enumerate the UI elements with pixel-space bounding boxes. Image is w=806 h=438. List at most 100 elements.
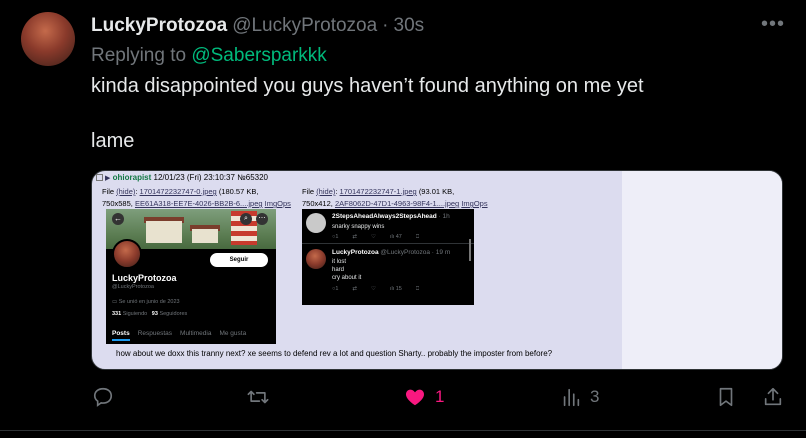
follow-button: Seguir <box>210 253 268 267</box>
profile-joined-text: Se unió en junio de 2023 <box>118 299 180 305</box>
following-count: 331 <box>112 311 122 317</box>
file-info-2: File (hide): 1701472232747-1.jpeg (93.01… <box>302 187 488 208</box>
file2-label: File <box>302 187 315 196</box>
file1-size: (180.57 KB, <box>218 187 259 196</box>
reply-button[interactable] <box>92 386 122 408</box>
bookmark-button[interactable] <box>715 386 737 408</box>
followers-label: Seguidores <box>159 311 188 317</box>
file2-filename: 1701472232747-1.jpeg <box>339 187 417 196</box>
thread-text-1: snarky snappy wins <box>332 224 385 230</box>
imageboard-post-header: ▶ ohiorapist 12/01/23 (Fri) 23:10:37 №65… <box>96 173 268 182</box>
replying-to: Replying to @Sabersparkkk <box>91 45 327 67</box>
file2-hide: (hide) <box>316 187 336 196</box>
bookmark-icon <box>719 387 733 407</box>
thread-text-2b: hard <box>332 267 345 273</box>
thread-likes-1: 47 <box>395 234 402 240</box>
search-icon: ⌕ <box>240 213 252 225</box>
profile-counts: 331 Siguiendo 93 Seguidores <box>112 311 187 317</box>
replying-to-label: Replying to <box>91 45 187 66</box>
tweet-header: LuckyProtozoa @LuckyProtozoa · 30s <box>91 15 424 37</box>
like-count: 1 <box>435 387 445 406</box>
heart-icon <box>405 389 425 406</box>
thread-text-2c: cry about it <box>332 275 362 281</box>
bookmark-icon: ⎕ <box>415 286 420 292</box>
file1-filename: 1701472232747-0.jpeg <box>139 187 217 196</box>
file2-link: 2AF8062D-47D1-4963-98F4-1....jpeg <box>334 199 460 208</box>
views-button[interactable]: 3 <box>560 386 599 408</box>
author-avatar[interactable] <box>21 12 75 66</box>
file2-imgops: ImgOps <box>461 199 488 208</box>
author-handle[interactable]: @LuckyProtozoa <box>232 15 377 37</box>
author-display-name[interactable]: LuckyProtozoa <box>91 15 227 37</box>
like-icon: ♡ <box>371 234 376 240</box>
file1-hide: (hide) <box>116 187 136 196</box>
followers-count: 93 <box>151 311 158 317</box>
thread-separator <box>302 243 474 244</box>
profile-avatar <box>112 239 142 269</box>
house-shape-2 <box>192 229 218 243</box>
divider <box>0 430 806 431</box>
file1-dims: 750x585, <box>102 199 133 208</box>
embedded-thread-screenshot: 2StepsAheadAlways2StepsAhead · 1h snarky… <box>302 209 474 305</box>
retweet-button[interactable] <box>246 386 278 408</box>
post-arrow-icon: ▶ <box>105 175 111 182</box>
house-shape <box>146 221 182 243</box>
retweet-icon <box>247 390 269 404</box>
reply-mention-link[interactable]: @Sabersparkkk <box>191 45 326 66</box>
thread-name-2: LuckyProtozoa @LuckyProtozoa · 19 m <box>332 249 450 256</box>
profile-tab: Multimedia <box>180 330 212 337</box>
thread-avatar-1 <box>306 213 326 233</box>
file2-dims: 750x412, <box>302 199 333 208</box>
views-count: 3 <box>590 387 600 406</box>
profile-tab: Me gusta <box>219 330 247 337</box>
calendar-icon: ▭ <box>112 299 118 305</box>
thread-name-2-text: LuckyProtozoa <box>332 249 379 256</box>
thread-time-1: · 1h <box>438 213 450 220</box>
file-info-1: File (hide): 1701472232747-0.jpeg (180.5… <box>102 187 291 208</box>
media-right-panel <box>622 171 782 369</box>
retweet-icon: ⇄ <box>352 286 357 292</box>
bookmark-icon: ⎕ <box>415 234 420 240</box>
views-icon <box>563 388 580 407</box>
share-button[interactable] <box>762 386 784 408</box>
share-icon <box>764 387 782 406</box>
reply-icon <box>93 387 113 407</box>
scrollbar <box>469 239 471 261</box>
profile-handle: @LuckyProtozoa <box>112 284 154 290</box>
following-label: Siguiendo <box>122 311 148 317</box>
tweet-action-bar: 1 3 <box>0 386 806 416</box>
profile-joined: ▭ Se unió en junio de 2023 <box>112 299 180 305</box>
file1-link: EE61A318-EE7E-4026-BB2B-6....jpeg <box>134 199 263 208</box>
profile-tab: Respuestas <box>137 330 173 337</box>
views-icon: ılı 47 <box>389 234 402 240</box>
post-checkbox <box>96 174 103 182</box>
tweet-media-image[interactable]: ▶ ohiorapist 12/01/23 (Fri) 23:10:37 №65… <box>91 170 783 370</box>
imageboard-comment: how about we doxx this tranny next? xe s… <box>116 349 553 358</box>
tweet-text-line1: kinda disappointed you guys haven’t foun… <box>91 75 644 97</box>
separator-dot: · <box>382 15 389 36</box>
thread-actions-1: ○1 ⇄ ♡ ılı 47 ⎕ <box>332 234 419 241</box>
thread-avatar-2 <box>306 249 326 269</box>
tweet-timestamp[interactable]: 30s <box>394 15 425 37</box>
retweet-icon: ⇄ <box>352 234 357 240</box>
embedded-profile-screenshot: ← ⌕ ⋯ Seguir LuckyProtozoa @LuckyProtozo… <box>106 209 276 344</box>
more-options-icon[interactable]: ••• <box>761 13 785 36</box>
more-icon: ⋯ <box>256 213 268 225</box>
back-arrow-icon: ← <box>112 213 124 225</box>
post-date: 12/01/23 (Fri) 23:10:37 <box>153 173 235 182</box>
thread-handle-2: @LuckyProtozoa · 19 m <box>380 249 451 256</box>
thread-name-1: 2StepsAheadAlways2StepsAhead · 1h <box>332 213 450 220</box>
profile-tabs: Posts Respuestas Multimedia Me gusta <box>112 330 246 341</box>
thread-views-2: 15 <box>395 286 402 292</box>
file1-imgops: ImgOps <box>264 199 291 208</box>
file1-label: File <box>102 187 115 196</box>
file2-size: (93.01 KB, <box>418 187 455 196</box>
profile-tab: Posts <box>112 330 130 341</box>
thread-name-1-text: 2StepsAheadAlways2StepsAhead <box>332 213 437 220</box>
views-icon: ılı 15 <box>389 286 402 292</box>
thread-text-2a: it lost <box>332 259 347 265</box>
like-icon: ♡ <box>371 286 376 292</box>
poster-name: ohiorapist <box>112 173 152 182</box>
like-button[interactable]: 1 <box>403 386 444 408</box>
tweet-text-line2: lame <box>91 130 135 152</box>
